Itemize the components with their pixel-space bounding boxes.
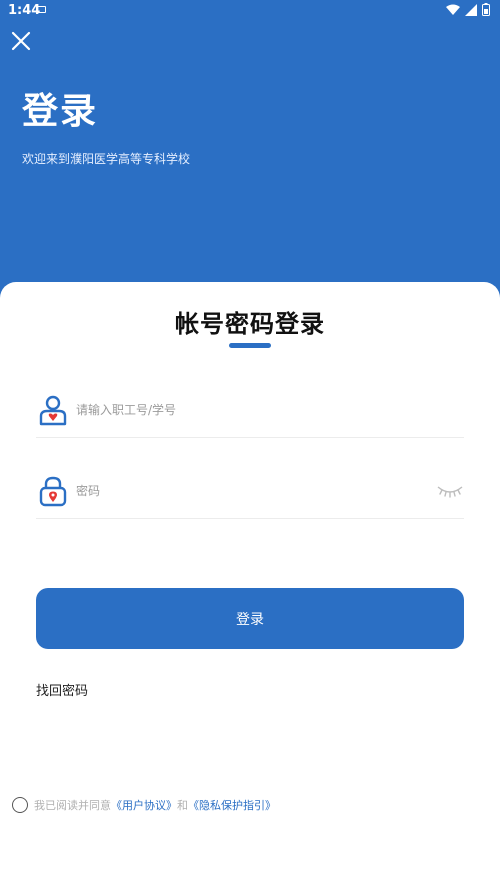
status-bar: 1:44 [0,0,500,22]
username-field [36,382,464,438]
user-agreement-link[interactable]: 《用户协议》 [111,797,177,813]
agreement-prefix: 我已阅读并同意 [34,799,111,812]
agreement-and: 和 [177,799,188,812]
wifi-icon [446,4,460,15]
password-input[interactable] [76,479,416,503]
login-button[interactable]: 登录 [36,588,464,649]
status-icons [446,3,490,16]
close-button[interactable] [8,28,34,54]
password-field [36,463,464,519]
battery-icon [482,3,490,16]
keyboard-icon [36,6,46,13]
username-input[interactable] [76,398,416,422]
agreement-row: 我已阅读并同意 《用户协议》 和 《隐私保护指引》 [12,795,488,815]
card-title: 帐号密码登录 [175,310,325,338]
close-icon [11,31,31,51]
signal-icon [465,3,477,16]
agree-radio[interactable] [12,797,28,813]
forgot-password-link[interactable]: 找回密码 [36,680,88,699]
lock-icon [39,476,67,507]
eye-closed-icon[interactable] [436,481,464,499]
title-underline [229,343,271,348]
login-card: 帐号密码登录 登录 找回密码 我已阅读并同意 《用户协议》 和 《隐私保护指引》 [0,282,500,888]
welcome-text: 欢迎来到濮阳医学高等专科学校 [22,152,191,166]
user-icon [39,395,67,426]
header: 1:44 登录 欢迎来到濮阳医学高等专科学校 [0,0,500,300]
privacy-policy-link[interactable]: 《隐私保护指引》 [188,797,276,813]
page-title: 登录 [22,91,99,132]
